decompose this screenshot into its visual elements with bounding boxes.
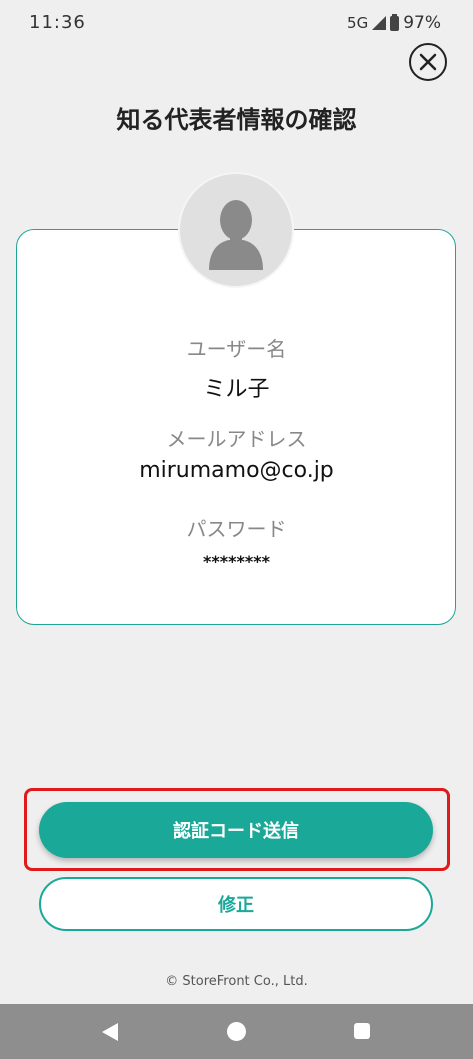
password-value: ********	[203, 552, 270, 571]
battery-level: 97%	[403, 13, 441, 33]
back-icon[interactable]	[102, 1023, 118, 1041]
status-icons: 5G 97%	[347, 13, 441, 33]
username-value: ミル子	[203, 377, 270, 402]
email-label: メールアドレス	[166, 427, 307, 451]
page-title: 知る代表者情報の確認	[116, 106, 357, 134]
battery-icon	[390, 13, 400, 31]
send-verification-code-button[interactable]: 認証コード送信	[39, 802, 433, 858]
recents-icon[interactable]	[354, 1023, 370, 1039]
network-type: 5G	[347, 14, 369, 32]
home-icon[interactable]	[227, 1022, 246, 1041]
status-time: 11:36	[29, 12, 86, 33]
edit-button[interactable]: 修正	[39, 877, 433, 931]
avatar	[178, 172, 294, 288]
person-silhouette-icon	[209, 200, 263, 270]
navigation-bar	[0, 1004, 473, 1059]
status-bar: 11:36 5G 97%	[0, 0, 473, 46]
close-icon	[419, 53, 437, 71]
close-button[interactable]	[409, 43, 447, 81]
password-label: パスワード	[186, 517, 287, 541]
footer-copyright: © StoreFront Co., Ltd.	[165, 974, 308, 989]
email-value: mirumamo@co.jp	[139, 458, 334, 483]
username-label: ユーザー名	[186, 337, 287, 361]
signal-icon	[372, 16, 387, 30]
